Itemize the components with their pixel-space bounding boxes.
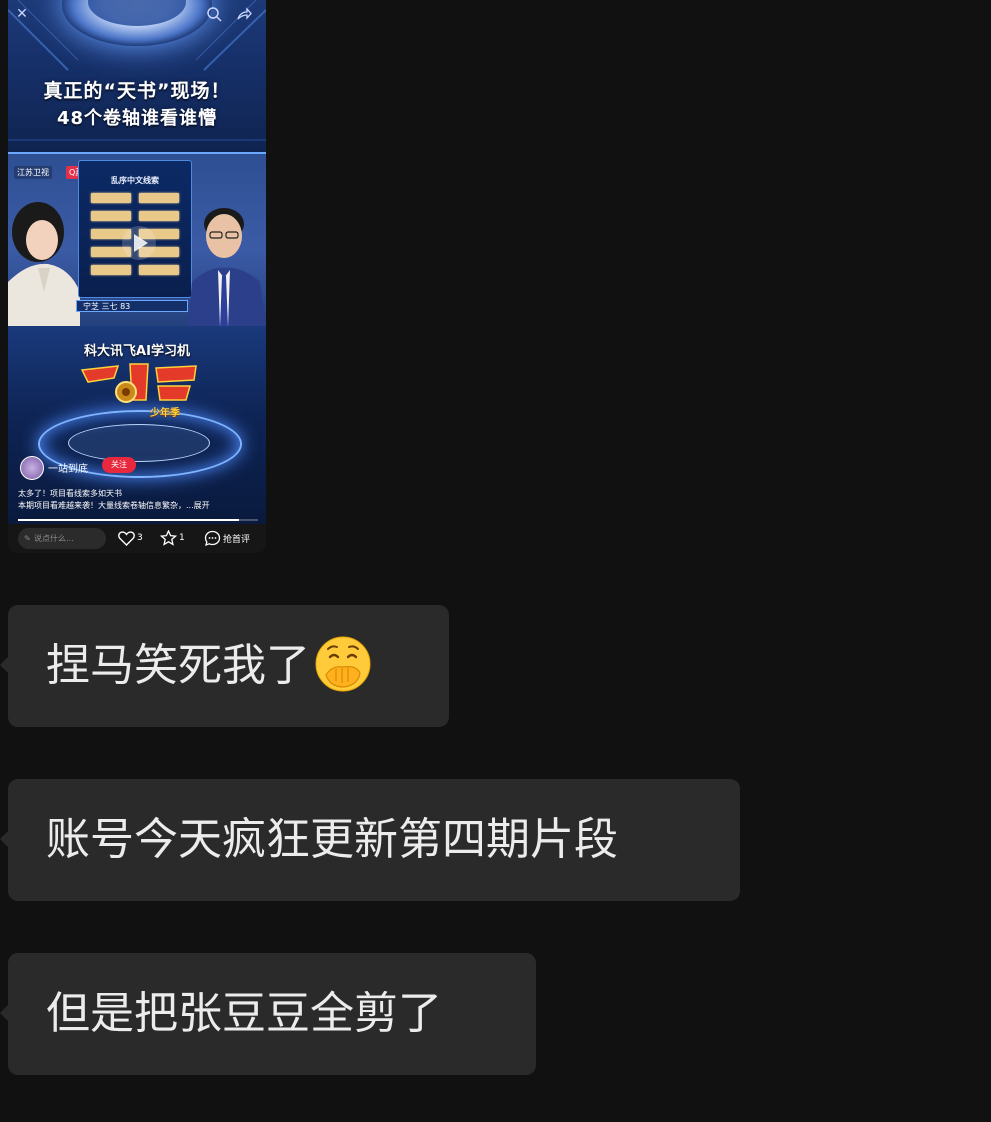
- show-subtitle: 少年季: [150, 408, 180, 419]
- video-headline-line2: 48个卷轴谁看谁懵: [56, 108, 218, 129]
- favorite-button[interactable]: 1: [160, 529, 185, 547]
- stage-ring-inner: [68, 424, 210, 462]
- video-info-section: 科大讯飞AI学习机 少年季 一站到底 关注 太多了！项目看线索多如天书 本期项目…: [8, 326, 266, 524]
- comment-input[interactable]: ✎ 说点什么...: [18, 528, 106, 549]
- share-icon[interactable]: [236, 6, 252, 22]
- comment-button[interactable]: 抢首评: [204, 529, 250, 547]
- like-count: 3: [137, 533, 143, 543]
- comment-icon: [204, 530, 221, 546]
- follow-button[interactable]: 关注: [102, 457, 136, 473]
- host-left-figure: [8, 202, 80, 328]
- message-text: 捏马笑死我了: [46, 640, 310, 691]
- video-caption-line2[interactable]: 本期项目看难越来袭！大量线索卷轴信息繁杂，...展开: [18, 500, 258, 511]
- message-text: 但是把张豆豆全剪了: [46, 988, 442, 1039]
- like-button[interactable]: 3: [118, 529, 143, 547]
- video-action-bar: ✎ 说点什么... 3 1 抢首评: [8, 524, 266, 553]
- sponsor-title: 科大讯飞AI学习机: [84, 344, 190, 359]
- star-icon: [160, 530, 177, 546]
- search-icon[interactable]: [206, 6, 222, 22]
- contestant-name-tag: 宁芝 三七 83: [76, 300, 188, 312]
- comment-placeholder: 说点什么...: [34, 534, 74, 543]
- pencil-icon: ✎: [24, 534, 31, 543]
- author-avatar[interactable]: [20, 456, 44, 480]
- channel-logo-jiangsu: 江苏卫视: [14, 166, 52, 179]
- video-progress-fill: [18, 519, 239, 521]
- message-text: 账号今天疯狂更新第四期片段: [46, 814, 618, 865]
- comment-label: 抢首评: [223, 534, 251, 545]
- face-with-hand-over-mouth-icon: [315, 636, 371, 692]
- video-headline-line1: 真正的“天书”现场！: [43, 80, 231, 102]
- close-icon[interactable]: ✕: [14, 6, 30, 22]
- video-top-section: ✕ 真正的“天书”现场！ 48个卷轴谁看谁懵: [8, 0, 266, 152]
- chat-bubble[interactable]: 但是把张豆豆全剪了: [0, 953, 536, 1075]
- favorite-count: 1: [179, 533, 185, 543]
- show-logo-icon: [80, 363, 197, 403]
- video-progress-bar[interactable]: [18, 519, 258, 521]
- heart-icon: [118, 530, 135, 546]
- chat-bubble[interactable]: 账号今天疯狂更新第四期片段: [0, 779, 740, 901]
- clue-board-title: 乱序中文线索: [111, 176, 159, 185]
- author-name[interactable]: 一站到底: [48, 460, 88, 475]
- chat-bubble[interactable]: 捏马笑死我了: [0, 605, 449, 727]
- play-icon: [134, 234, 148, 252]
- video-caption-line1: 太多了！项目看线索多如天书: [18, 489, 122, 498]
- shared-video-card[interactable]: ✕ 真正的“天书”现场！ 48个卷轴谁看谁懵 江苏卫视 Q荔枝 乱序中文线索: [8, 0, 266, 553]
- host-right-figure: [188, 208, 266, 328]
- play-button[interactable]: [122, 226, 156, 260]
